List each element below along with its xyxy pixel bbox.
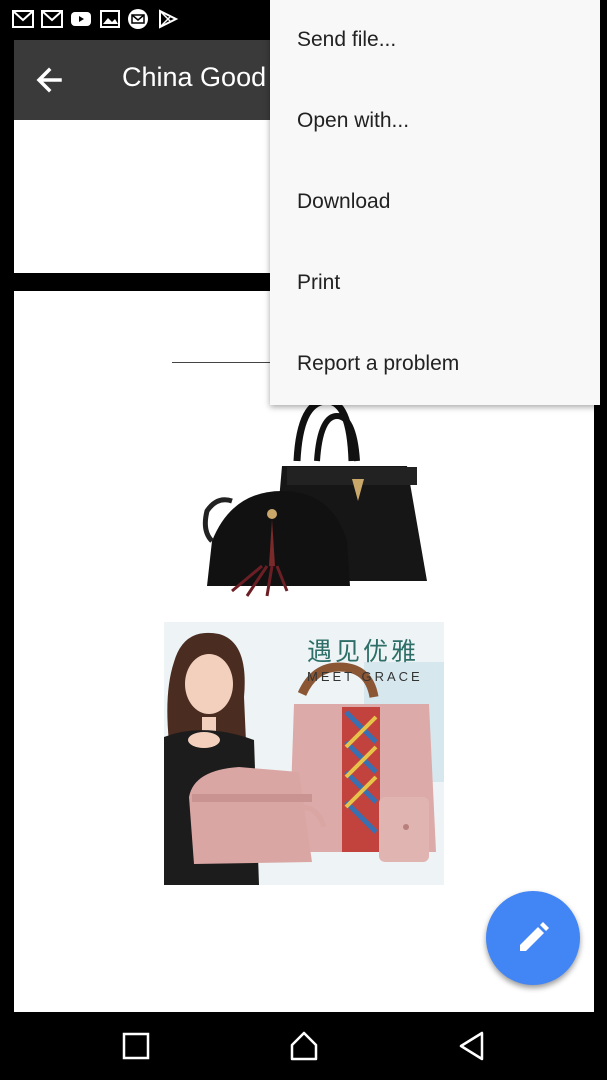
promo-image: 遇见优雅 MEET GRACE bbox=[164, 622, 444, 885]
menu-item-label: Download bbox=[297, 190, 391, 213]
black-handbag-image bbox=[202, 397, 427, 597]
promo-text-en: MEET GRACE bbox=[307, 669, 423, 684]
menu-item-label: Send file... bbox=[297, 28, 397, 51]
menu-item-label: Print bbox=[297, 271, 341, 294]
divider bbox=[172, 362, 272, 363]
edit-fab-button[interactable] bbox=[486, 891, 580, 985]
menu-item-label: Open with... bbox=[297, 109, 410, 132]
image-icon bbox=[99, 9, 121, 29]
promo-text-cn: 遇见优雅 bbox=[307, 637, 420, 666]
youtube-icon bbox=[70, 9, 92, 29]
pencil-icon bbox=[520, 922, 549, 951]
back-icon[interactable] bbox=[452, 1028, 492, 1064]
menu-item-label: Report a problem bbox=[297, 352, 460, 375]
page-title: China Good bbox=[122, 62, 267, 92]
gmail-icon bbox=[41, 9, 63, 29]
mail-icon bbox=[127, 9, 149, 29]
menu-item-report-problem[interactable]: Report a problem bbox=[270, 324, 600, 405]
arrow-back-icon[interactable] bbox=[32, 62, 68, 98]
overflow-menu: Send file... Open with... Download Print… bbox=[270, 0, 600, 405]
play-store-icon bbox=[157, 9, 179, 29]
menu-item-open-with[interactable]: Open with... bbox=[270, 81, 600, 162]
home-icon[interactable] bbox=[284, 1028, 324, 1064]
recents-icon[interactable] bbox=[115, 1028, 155, 1064]
menu-item-send-file[interactable]: Send file... bbox=[270, 0, 600, 81]
navigation-bar bbox=[0, 1012, 607, 1080]
gmail-icon bbox=[12, 9, 34, 29]
menu-item-download[interactable]: Download bbox=[270, 162, 600, 243]
menu-item-print[interactable]: Print bbox=[270, 243, 600, 324]
